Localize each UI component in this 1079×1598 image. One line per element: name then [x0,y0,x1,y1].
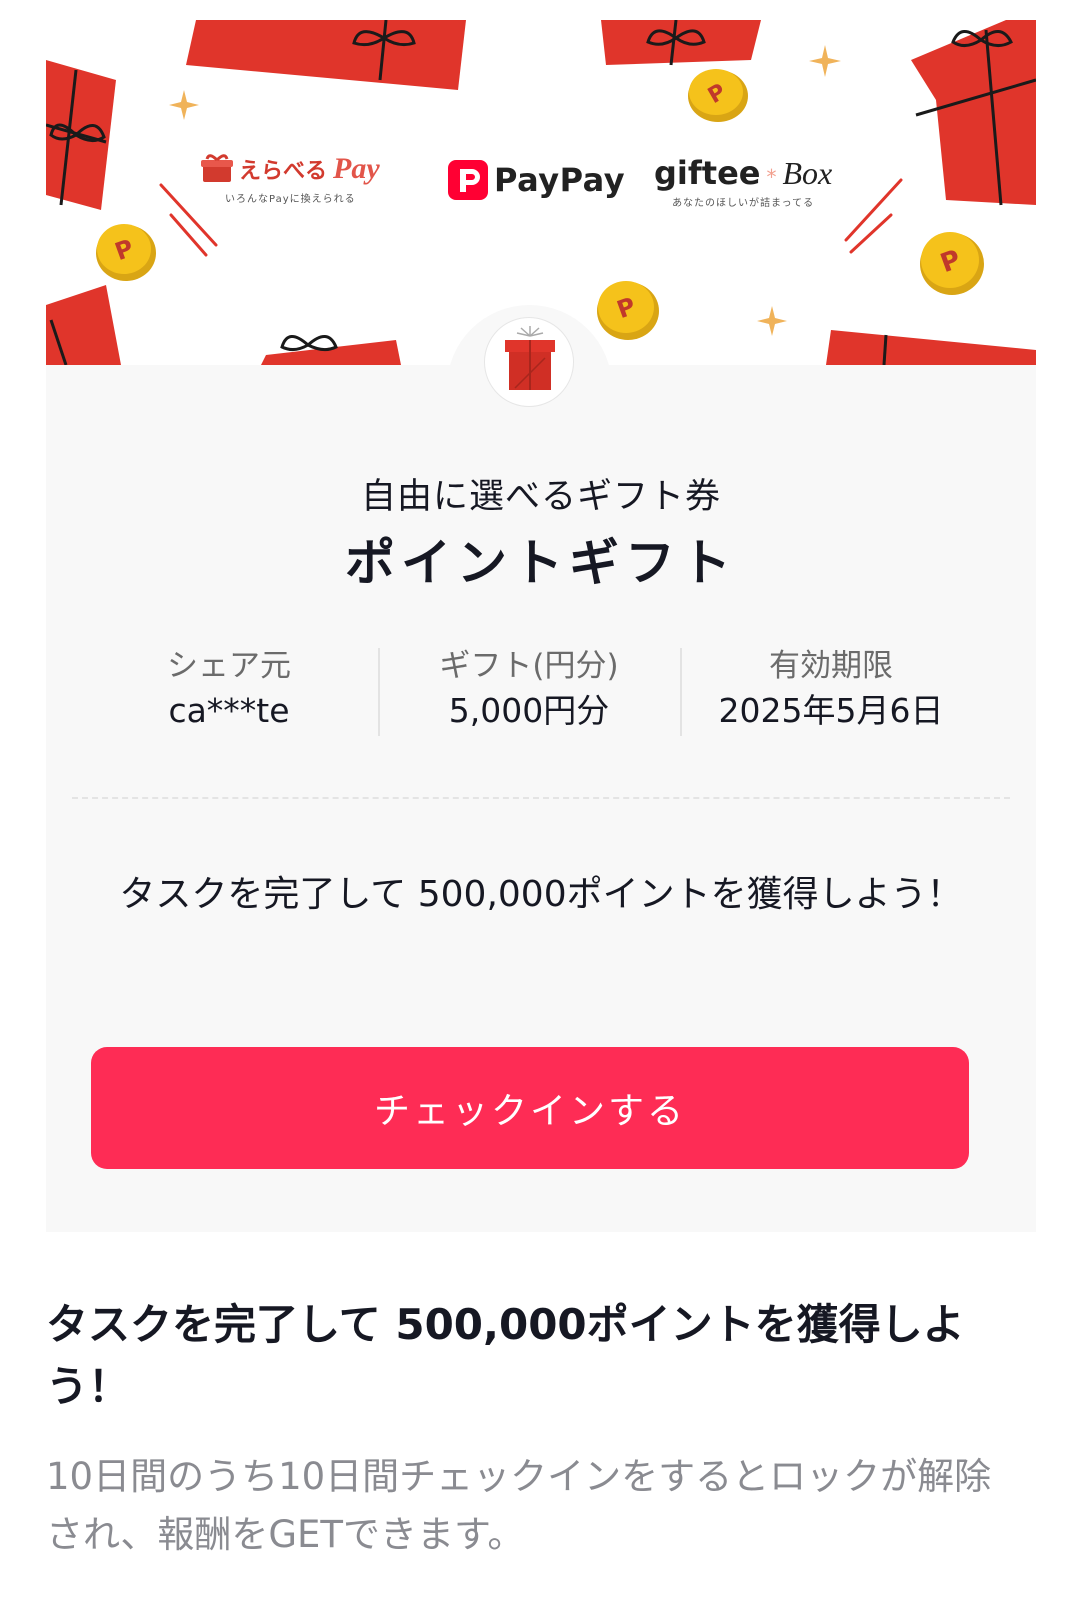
task-section-description: 10日間のうち10日間チェックインをするとロックが解除され、報酬をGETできます… [46,1455,992,1556]
dashed-divider [72,797,1010,799]
info-value: ca***te [168,691,290,730]
card-task-text: タスクを完了して 500,000ポイントを獲得しよう！ [119,874,963,915]
paypay-name: PayPay [494,161,626,199]
gift-box-icon [46,60,116,210]
coin-icon: P [920,232,984,295]
giftee-box: Box [782,155,833,191]
erabel-tagline: いろんなPayに換えられる [225,194,356,205]
task-section-title: タスクを完了して 500,000ポイントを獲得しよう！ [46,1300,965,1411]
gift-box-icon [911,20,1036,206]
giftee-name: giftee [654,154,761,192]
gift-info: シェア元 ca***te ギフト(円分) 5,000円分 有効期限 2025年5… [46,644,1036,740]
gift-card: P P P P えらべる Pay いろんなPayに換えられる PayPay gi… [46,20,1036,1232]
giftee-tagline: あなたのほしいが詰まってる [672,198,815,209]
coin-icon: P [688,69,748,122]
info-label: ギフト(円分) [439,648,619,684]
gift-box-icon [186,20,466,90]
gift-box-icon [826,330,1036,365]
info-share-source: シェア元 ca***te [79,644,379,734]
gift-subtitle: 自由に選べるギフト券 [360,477,721,517]
paypay-icon [448,160,488,200]
paypay-logo: PayPay [448,160,625,200]
checkin-button[interactable]: チェックインする [91,1047,969,1169]
erabel-name: えらべる [239,159,328,184]
erabel-pay-logo: えらべる Pay いろんなPayに換えられる [201,152,380,205]
info-value: 5,000円分 [448,691,610,730]
coin-icon: P [597,281,659,340]
gift-box-icon [46,285,121,365]
erabel-gift-icon [201,154,233,182]
info-label: 有効期限 [769,648,893,684]
gift-box-icon [484,317,574,407]
info-gift-amount: ギフト(円分) 5,000円分 [379,644,679,734]
asterisk-icon: * [766,165,777,189]
coin-icon: P [96,224,156,281]
erabel-pay: Pay [333,152,380,185]
info-value: 2025年5月6日 [718,691,944,730]
info-expiry: 有効期限 2025年5月6日 [681,644,981,734]
giftee-box-logo: giftee * Box あなたのほしいが詰まってる [654,154,832,209]
gift-box-icon [601,20,761,66]
info-label: シェア元 [167,648,291,684]
gift-box-icon [261,335,401,365]
gift-title: ポイントギフト [345,534,737,592]
